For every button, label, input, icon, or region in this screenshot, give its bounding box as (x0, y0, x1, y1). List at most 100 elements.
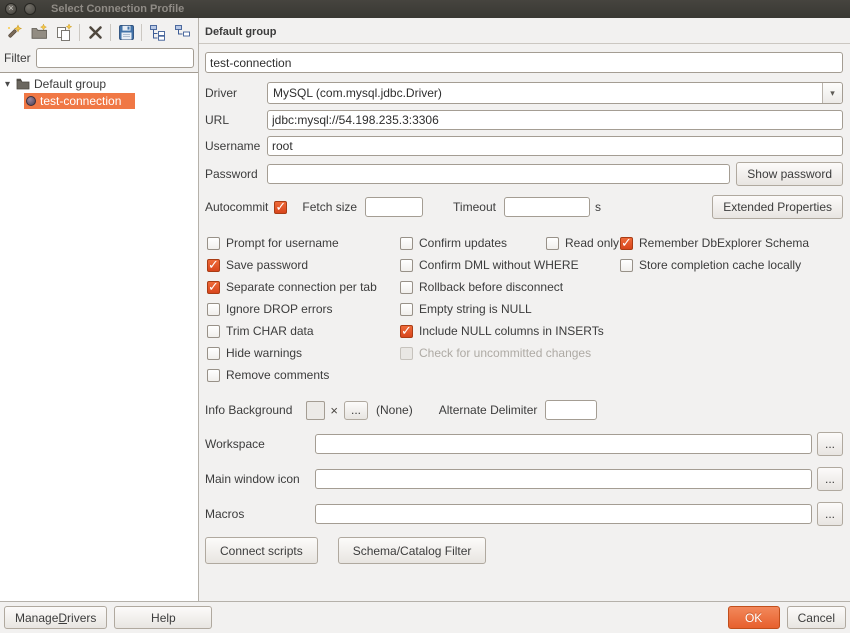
checkbox-read-only[interactable]: Read only (546, 232, 620, 254)
main-window-icon-input[interactable] (315, 469, 812, 489)
save-profiles-button[interactable] (114, 21, 138, 45)
titlebar: × Select Connection Profile (0, 0, 850, 18)
tree-group-label: Default group (34, 77, 106, 91)
group-header: Default group (199, 18, 850, 44)
checkbox-empty-string-is-null[interactable]: Empty string is NULL (400, 298, 546, 320)
workspace-input[interactable] (315, 434, 812, 454)
minimize-button[interactable] (24, 3, 36, 15)
help-button[interactable]: Help (114, 606, 212, 629)
url-input[interactable] (267, 110, 843, 130)
checkbox-checked-icon (620, 237, 633, 250)
checkbox-hide-warnings[interactable]: Hide warnings (207, 342, 400, 364)
checkbox-autocommit[interactable] (274, 201, 287, 214)
checkbox-unchecked-icon (207, 237, 220, 250)
info-background-browse-button[interactable]: ... (344, 401, 368, 420)
fetch-size-input[interactable] (365, 197, 423, 217)
copy-profile-button[interactable] (52, 21, 76, 45)
tree-expander-icon[interactable]: ▾ (3, 79, 12, 90)
info-background-row: Info Background × ... (None) Alternate D… (205, 400, 843, 420)
macros-input[interactable] (315, 504, 812, 524)
workspace-browse-button[interactable]: ... (817, 432, 843, 456)
copy-profile-icon (55, 23, 74, 42)
show-password-button[interactable]: Show password (736, 162, 843, 186)
window-title: Select Connection Profile (51, 3, 184, 15)
workspace-row: Workspace ... (205, 432, 843, 456)
checkbox-label: Hide warnings (226, 346, 302, 360)
username-label: Username (205, 139, 267, 153)
close-button[interactable]: × (5, 3, 17, 15)
options-column-1: Prompt for username Save password Separa… (207, 232, 400, 386)
ok-button[interactable]: OK (728, 606, 780, 629)
info-background-swatch[interactable] (306, 401, 325, 420)
delete-profile-button[interactable] (83, 21, 107, 45)
timeout-unit-label: s (595, 200, 601, 214)
autocommit-label: Autocommit (205, 200, 268, 214)
macros-browse-button[interactable]: ... (817, 502, 843, 526)
checkbox-rollback-before-disconnect[interactable]: Rollback before disconnect (400, 276, 546, 298)
checkbox-unchecked-icon (400, 259, 413, 272)
new-profile-button[interactable] (2, 21, 26, 45)
profile-name-input[interactable] (205, 52, 843, 73)
collapse-tree-icon (173, 23, 192, 42)
expand-tree-icon (148, 23, 167, 42)
tree-item-test-connection[interactable]: test-connection (24, 93, 135, 109)
select-connection-profile-dialog: × Select Connection Profile (0, 0, 850, 633)
checkbox-label: Ignore DROP errors (226, 302, 332, 316)
profile-icon (26, 96, 36, 106)
driver-value: MySQL (com.mysql.jdbc.Driver) (268, 86, 822, 100)
checkbox-save-password[interactable]: Save password (207, 254, 400, 276)
options-column-2: Confirm updates Confirm DML without WHER… (400, 232, 546, 386)
new-group-icon (30, 23, 49, 42)
filter-input[interactable] (36, 48, 194, 68)
collapse-tree-button[interactable] (170, 21, 194, 45)
main-window-icon-label: Main window icon (205, 472, 315, 486)
manage-drivers-button[interactable]: Manage Drivers (4, 606, 107, 629)
checkbox-include-null-columns[interactable]: Include NULL columns in INSERTs (400, 320, 546, 342)
toolbar-separator (141, 24, 142, 41)
options-column-4: Remember DbExplorer Schema Store complet… (620, 232, 843, 386)
fetch-size-label: Fetch size (302, 200, 357, 214)
driver-select[interactable]: MySQL (com.mysql.jdbc.Driver) ▾ (267, 82, 843, 104)
alternate-delimiter-input[interactable] (545, 400, 597, 420)
checkbox-remove-comments[interactable]: Remove comments (207, 364, 400, 386)
checkbox-checked-icon (207, 281, 220, 294)
folder-icon (16, 78, 30, 90)
checkbox-separate-connection-per-tab[interactable]: Separate connection per tab (207, 276, 400, 298)
checkbox-unchecked-icon (400, 281, 413, 294)
timeout-input[interactable] (504, 197, 590, 217)
checkbox-ignore-drop-errors[interactable]: Ignore DROP errors (207, 298, 400, 320)
new-group-button[interactable] (27, 21, 51, 45)
checkbox-label: Remember DbExplorer Schema (639, 236, 809, 250)
extended-properties-button[interactable]: Extended Properties (712, 195, 843, 219)
profile-tree: ▾ Default group test-connection (0, 72, 198, 601)
checkbox-prompt-for-username[interactable]: Prompt for username (207, 232, 400, 254)
connect-scripts-button[interactable]: Connect scripts (205, 537, 318, 564)
password-row: Password Show password (205, 162, 843, 186)
new-profile-icon (5, 23, 24, 42)
cancel-button[interactable]: Cancel (787, 606, 846, 629)
checkbox-remember-dbexplorer-schema[interactable]: Remember DbExplorer Schema (620, 232, 843, 254)
manage-drivers-label-part: Manage (15, 611, 58, 625)
clear-color-icon[interactable]: × (330, 403, 338, 418)
delete-profile-icon (86, 23, 105, 42)
schema-catalog-filter-button[interactable]: Schema/Catalog Filter (338, 537, 487, 564)
checkbox-confirm-dml-without-where[interactable]: Confirm DML without WHERE (400, 254, 546, 276)
autocommit-row: Autocommit Fetch size Timeout s Extended… (205, 195, 843, 219)
checkbox-confirm-updates[interactable]: Confirm updates (400, 232, 546, 254)
checkbox-trim-char-data[interactable]: Trim CHAR data (207, 320, 400, 342)
checkbox-label: Remove comments (226, 368, 329, 382)
save-profiles-icon (117, 23, 136, 42)
manage-drivers-mnemonic: D (58, 611, 67, 625)
password-input[interactable] (267, 164, 730, 184)
url-row: URL (205, 110, 843, 130)
tree-group-default-group[interactable]: ▾ Default group (0, 76, 198, 92)
username-input[interactable] (267, 136, 843, 156)
checkbox-store-completion-cache[interactable]: Store completion cache locally (620, 254, 843, 276)
checkbox-checked-icon (207, 259, 220, 272)
main-window-icon-browse-button[interactable]: ... (817, 467, 843, 491)
profile-sidebar: Filter ▾ Default group test-connection (0, 18, 199, 601)
macros-row: Macros ... (205, 502, 843, 526)
filter-label: Filter (4, 51, 31, 65)
expand-tree-button[interactable] (145, 21, 169, 45)
toolbar-separator (110, 24, 111, 41)
